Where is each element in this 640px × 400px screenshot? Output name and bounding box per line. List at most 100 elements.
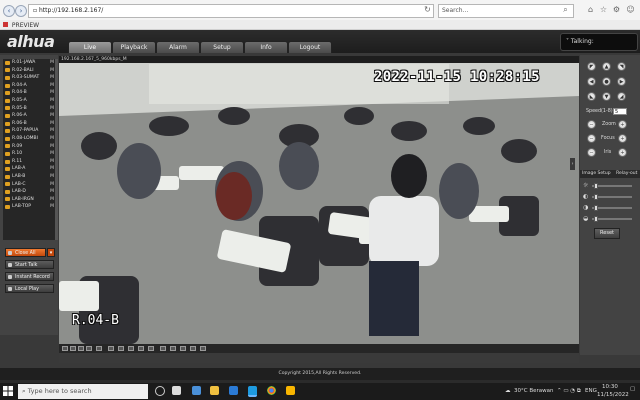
channel-stream-flag[interactable]: M bbox=[50, 135, 54, 143]
channel-stream-flag[interactable]: M bbox=[50, 89, 54, 97]
refresh-icon[interactable]: ↻ bbox=[423, 5, 432, 14]
channel-stream-flag[interactable]: M bbox=[50, 74, 54, 82]
saturation-slider[interactable] bbox=[592, 207, 632, 209]
favorites-icon[interactable]: ☆ bbox=[599, 5, 608, 14]
taskbar-search-input[interactable]: ⌕ Type here to search bbox=[18, 384, 148, 399]
channel-stream-flag[interactable]: M bbox=[50, 82, 54, 90]
internet-explorer-icon[interactable] bbox=[248, 386, 257, 397]
ptz-up-right-icon[interactable]: ◥ bbox=[617, 62, 626, 71]
tab-logout[interactable]: Logout bbox=[288, 41, 332, 53]
channel-stream-flag[interactable]: M bbox=[50, 150, 54, 158]
tab-alarm[interactable]: Alarm bbox=[156, 41, 200, 53]
video-scrollbar[interactable] bbox=[59, 353, 579, 363]
zoom-out-icon[interactable]: − bbox=[587, 120, 596, 129]
channel-item[interactable]: R.10 M bbox=[3, 150, 57, 158]
notification-icon[interactable]: ▢ bbox=[630, 386, 638, 396]
channel-item[interactable]: R.04-A M bbox=[3, 82, 57, 90]
file-explorer-icon[interactable] bbox=[210, 386, 219, 395]
ptz-right-icon[interactable]: ▶ bbox=[617, 77, 626, 86]
channel-stream-flag[interactable]: M bbox=[50, 127, 54, 135]
saturation-knob[interactable] bbox=[594, 205, 598, 211]
layout-dropdown-icon[interactable]: ▾ bbox=[47, 248, 55, 257]
ptz-down-right-icon[interactable]: ◢ bbox=[617, 92, 626, 101]
smiley-icon[interactable]: ☺ bbox=[626, 5, 635, 14]
ptz-down-left-icon[interactable]: ◣ bbox=[587, 92, 596, 101]
zoom-in-icon[interactable]: + bbox=[618, 120, 627, 129]
channel-stream-flag[interactable]: M bbox=[50, 173, 54, 181]
search-icon[interactable]: ⌕ bbox=[561, 5, 570, 14]
channel-item[interactable]: R.06-B M bbox=[3, 120, 57, 128]
channel-stream-flag[interactable]: M bbox=[50, 120, 54, 128]
ptz-center-icon[interactable]: ● bbox=[602, 77, 611, 86]
channel-item[interactable]: R.09 M bbox=[3, 143, 57, 151]
instant-record-button[interactable]: Instant Record bbox=[5, 272, 54, 281]
contrast-knob[interactable] bbox=[594, 194, 598, 200]
chevron-down-icon[interactable]: ˅ bbox=[561, 38, 569, 45]
layout-20-icon[interactable] bbox=[128, 346, 134, 351]
contrast-slider[interactable] bbox=[592, 196, 632, 198]
layout-4-icon[interactable] bbox=[70, 346, 76, 351]
audio-icon[interactable] bbox=[190, 346, 196, 351]
layout-25-icon[interactable] bbox=[138, 346, 144, 351]
hue-knob[interactable] bbox=[594, 216, 598, 222]
channel-list-scrollbar[interactable] bbox=[55, 59, 58, 240]
layout-1-icon[interactable] bbox=[62, 346, 68, 351]
zoom-icon[interactable] bbox=[200, 346, 206, 351]
brightness-knob[interactable] bbox=[594, 183, 598, 189]
fullscreen-icon[interactable] bbox=[160, 346, 166, 351]
ptz-left-icon[interactable]: ◀ bbox=[587, 77, 596, 86]
snapshot-icon[interactable] bbox=[170, 346, 176, 351]
clock-time[interactable]: 10:30 bbox=[602, 384, 618, 390]
channel-stream-flag[interactable]: M bbox=[50, 59, 54, 67]
layout-16-icon[interactable] bbox=[86, 346, 92, 351]
layout-8-icon[interactable] bbox=[108, 346, 114, 351]
close-all-button[interactable]: Close All bbox=[5, 248, 46, 257]
channel-item[interactable]: LAB-B M bbox=[3, 173, 57, 181]
back-icon[interactable]: ‹ bbox=[3, 5, 15, 17]
weather-text[interactable]: 30°C Berawan bbox=[514, 388, 553, 394]
channel-stream-flag[interactable]: M bbox=[50, 165, 54, 173]
channel-item[interactable]: R.07-PAPUA M bbox=[3, 127, 57, 135]
channel-item[interactable]: R.02-BALI M bbox=[3, 67, 57, 75]
channel-item[interactable]: R.03-SUMAT M bbox=[3, 74, 57, 82]
layout-9-icon[interactable] bbox=[78, 346, 84, 351]
channel-item[interactable]: R.01-JAWA M bbox=[3, 59, 57, 67]
app-icon-2[interactable] bbox=[286, 386, 295, 395]
cortana-icon[interactable] bbox=[155, 386, 165, 396]
image-setup-label[interactable]: Image Setup bbox=[580, 171, 611, 176]
address-bar[interactable]: ▫ http://192.168.2.167/ bbox=[28, 4, 434, 18]
channel-stream-flag[interactable]: M bbox=[50, 181, 54, 189]
ptz-up-left-icon[interactable]: ◤ bbox=[587, 62, 596, 71]
channel-stream-flag[interactable]: M bbox=[50, 105, 54, 113]
channel-stream-flag[interactable]: M bbox=[50, 188, 54, 196]
channel-stream-flag[interactable]: M bbox=[50, 196, 54, 204]
iris-close-icon[interactable]: − bbox=[587, 148, 596, 157]
local-play-button[interactable]: Local Play bbox=[5, 284, 54, 293]
channel-stream-flag[interactable]: M bbox=[50, 97, 54, 105]
hue-slider[interactable] bbox=[592, 218, 632, 220]
speed-select[interactable]: 5 bbox=[613, 108, 627, 115]
channel-item[interactable]: LAB-TOP M bbox=[3, 203, 57, 211]
tab-playback[interactable]: Playback bbox=[112, 41, 156, 53]
system-tray-icons[interactable]: ⌃ ▭ ◔ ⧉ bbox=[557, 388, 581, 395]
iris-open-icon[interactable]: + bbox=[618, 148, 627, 157]
home-icon[interactable]: ⌂ bbox=[586, 5, 595, 14]
channel-item[interactable]: LAB-A M bbox=[3, 165, 57, 173]
channel-item[interactable]: LAB-IRGN M bbox=[3, 196, 57, 204]
channel-list[interactable]: R.01-JAWA M R.02-BALI M R.03-SUMAT M R.04-A M R.… bbox=[3, 59, 57, 240]
windows-start-icon[interactable] bbox=[3, 386, 13, 396]
channel-item[interactable]: R.05-A M bbox=[3, 97, 57, 105]
reset-button[interactable]: Reset bbox=[594, 228, 620, 239]
channel-item[interactable]: R.05-B M bbox=[3, 105, 57, 113]
video-feed[interactable] bbox=[59, 56, 579, 344]
channel-stream-flag[interactable]: M bbox=[50, 143, 54, 151]
channel-stream-flag[interactable]: M bbox=[50, 112, 54, 120]
browser-tab[interactable]: PREVIEW bbox=[0, 20, 640, 30]
language-indicator[interactable]: ENG bbox=[585, 388, 597, 394]
browser-search-input[interactable]: Search... bbox=[438, 4, 574, 18]
task-view-icon[interactable] bbox=[172, 386, 181, 395]
focus-near-icon[interactable]: − bbox=[587, 134, 596, 143]
channel-item[interactable]: R.06-A M bbox=[3, 112, 57, 120]
forward-icon[interactable]: › bbox=[15, 5, 27, 17]
chrome-icon[interactable] bbox=[267, 386, 276, 395]
